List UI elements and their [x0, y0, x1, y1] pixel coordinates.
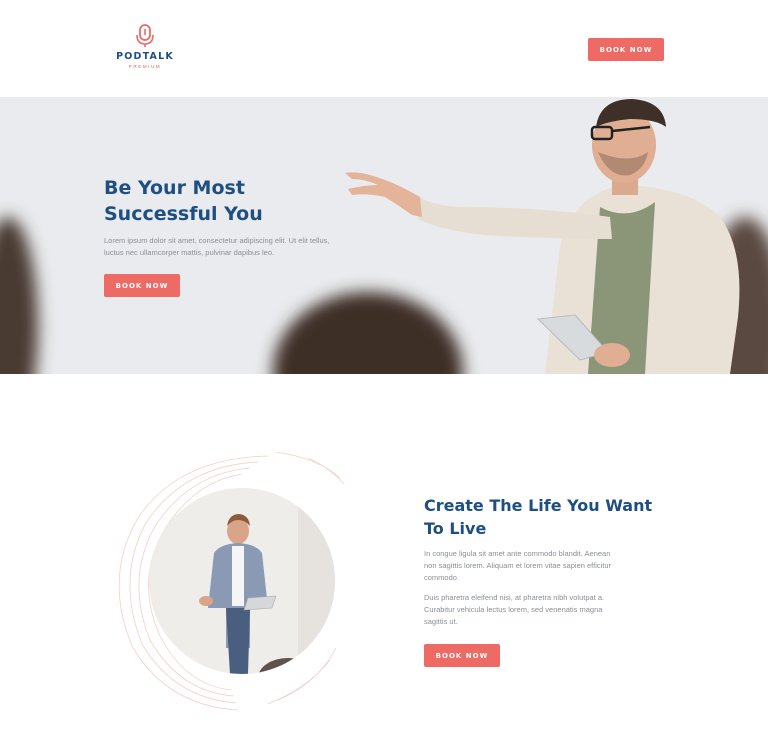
logo[interactable]: PODTALK PREMIUM	[112, 24, 178, 76]
logo-tagline: PREMIUM	[128, 64, 162, 69]
header-book-now-button[interactable]: BOOK NOW	[588, 38, 664, 61]
hero-title: Be Your Most Successful You	[104, 177, 263, 225]
logo-name: PODTALK	[116, 51, 174, 62]
hero-book-now-button[interactable]: BOOK NOW	[104, 274, 180, 297]
speaker-portrait-circle	[108, 448, 348, 713]
hero-description: Lorem ipsum dolor sit amet, consectetur …	[104, 236, 330, 257]
microphone-icon	[136, 24, 154, 47]
section-book-now-button[interactable]: BOOK NOW	[424, 644, 500, 667]
section-paragraph-1: In congue ligula sit amet ante commodo b…	[424, 549, 612, 582]
section-paragraph-2: Duis pharetra eleifend nisi, at pharetra…	[424, 593, 605, 626]
section-title: Create The Life You Want To Live	[424, 496, 653, 538]
site-header: PODTALK PREMIUM BOOK NOW	[0, 0, 768, 97]
